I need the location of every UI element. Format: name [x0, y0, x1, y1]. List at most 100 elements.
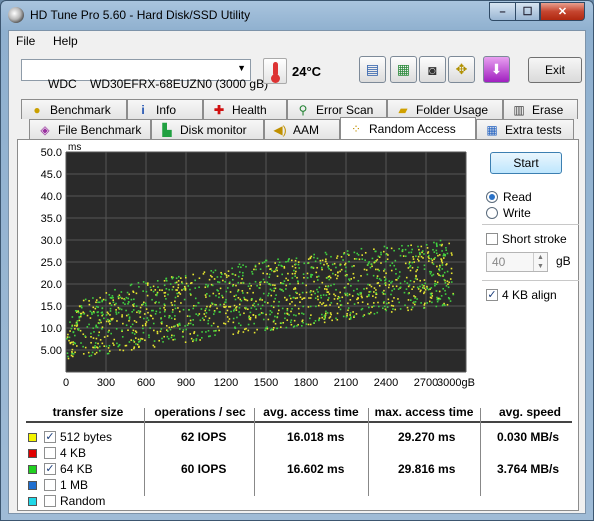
minimize-button[interactable]: –: [489, 2, 515, 21]
scatter-point: [103, 317, 105, 320]
write-radio[interactable]: Write: [486, 206, 586, 220]
scatter-point: [368, 293, 370, 296]
scatter-point: [217, 325, 219, 328]
x-tick-label: 2100: [334, 377, 358, 389]
scatter-point: [195, 305, 197, 307]
tab-extra-tests[interactable]: ▦ Extra tests: [476, 119, 574, 139]
scatter-point: [442, 254, 445, 257]
scatter-point: [121, 315, 123, 318]
scatter-point: [172, 286, 175, 288]
checkbox-box[interactable]: [44, 479, 56, 491]
scatter-point: [318, 317, 321, 320]
scatter-point: [128, 341, 131, 343]
tab-random-access[interactable]: ⁘ Random Access: [340, 117, 476, 139]
scatter-point: [431, 259, 434, 262]
scatter-point: [371, 306, 373, 308]
scatter-point: [249, 287, 251, 290]
scatter-point: [384, 282, 386, 285]
tab-disk-monitor[interactable]: ▙ Disk monitor: [151, 119, 264, 139]
info-icon: i: [141, 102, 145, 117]
save-button[interactable]: ⬇: [483, 56, 510, 83]
scatter-point: [86, 326, 89, 328]
scatter-point: [266, 327, 269, 330]
spin-arrows-icon[interactable]: ▲ ▼: [533, 253, 547, 271]
screenshot-button[interactable]: ◙: [419, 56, 446, 83]
row-64-kb[interactable]: ✓ 64 KB: [28, 462, 93, 476]
scatter-point: [110, 318, 113, 320]
stroke-size-input[interactable]: 40 ▲ ▼: [486, 252, 548, 272]
tab-error-scan[interactable]: ⚲ Error Scan: [287, 99, 387, 119]
row-4-kb[interactable]: 4 KB: [28, 446, 86, 460]
align-checkbox[interactable]: ✓ 4 KB align: [486, 288, 557, 302]
row-512-bytes[interactable]: ✓ 512 bytes: [28, 430, 112, 444]
scatter-point: [137, 310, 140, 312]
scatter-point: [146, 284, 149, 286]
scatter-point: [181, 282, 184, 285]
scatter-point: [365, 287, 368, 290]
tab-health[interactable]: ✚ Health: [203, 99, 287, 119]
scatter-point: [273, 327, 275, 329]
scatter-point: [195, 313, 198, 315]
tab-info[interactable]: i Info: [127, 99, 203, 119]
scatter-point: [156, 332, 159, 335]
scatter-point: [390, 304, 393, 307]
scatter-point: [438, 269, 441, 272]
tab-label: AAM: [293, 122, 320, 137]
scatter-point: [252, 304, 254, 307]
header-avg-access: avg. access time: [263, 405, 359, 419]
scatter-point: [321, 303, 323, 306]
scatter-point: [243, 298, 246, 301]
scatter-point: [332, 272, 334, 275]
thermometer-icon[interactable]: [263, 58, 287, 84]
options-button[interactable]: ✥: [448, 56, 475, 83]
scatter-point: [283, 265, 286, 268]
scatter-point: [117, 295, 120, 298]
scatter-point: [407, 309, 409, 312]
drive-select[interactable]: WDC WD30EFRX-68EUZN0 (3000 gB) ▼: [21, 59, 268, 91]
check-icon[interactable]: ✓: [44, 463, 56, 475]
scatter-point: [397, 277, 399, 279]
scatter-point: [325, 304, 328, 307]
tab-file-benchmark[interactable]: ◈ File Benchmark: [29, 119, 151, 139]
x-tick-label: 1800: [294, 377, 318, 389]
short-stroke-checkbox[interactable]: Short stroke: [486, 232, 567, 246]
scatter-point: [391, 300, 394, 302]
scatter-point: [352, 311, 354, 313]
start-button[interactable]: Start: [490, 152, 562, 174]
title-bar[interactable]: HD Tune Pro 5.60 - Hard Disk/SSD Utility…: [1, 1, 593, 29]
scatter-point: [153, 340, 156, 342]
tab-folder-usage[interactable]: ▰ Folder Usage: [387, 99, 503, 119]
scatter-point: [141, 338, 144, 340]
copy-screenshot-button[interactable]: ▦: [390, 56, 417, 83]
scatter-point: [399, 286, 402, 289]
exit-button[interactable]: Exit: [528, 57, 582, 83]
menu-help[interactable]: Help: [53, 34, 78, 48]
scatter-point: [233, 295, 236, 298]
tab-aam[interactable]: ◀) AAM: [264, 119, 340, 139]
tab-benchmark[interactable]: ● Benchmark: [21, 99, 127, 119]
close-button[interactable]: ✕: [540, 2, 585, 21]
read-radio[interactable]: Read: [486, 190, 586, 204]
copy-info-button[interactable]: ▤: [359, 56, 386, 83]
scatter-point: [237, 289, 240, 291]
row-random[interactable]: Random: [28, 494, 105, 508]
scatter-point: [423, 285, 425, 287]
scatter-point: [149, 314, 152, 317]
scatter-point: [368, 306, 370, 309]
row-1-mb[interactable]: 1 MB: [28, 478, 88, 492]
checkbox-box[interactable]: [44, 447, 56, 459]
checkbox-box[interactable]: [44, 495, 56, 507]
menu-file[interactable]: File: [16, 34, 35, 48]
maximize-button[interactable]: ☐: [515, 2, 540, 21]
scatter-point: [385, 253, 388, 256]
scatter-point: [144, 302, 147, 305]
tab-erase[interactable]: ▥ Erase: [503, 99, 578, 119]
scatter-point: [108, 302, 111, 305]
scatter-point: [445, 263, 447, 266]
scatter-point: [140, 337, 142, 340]
scatter-point: [447, 283, 449, 286]
check-icon[interactable]: ✓: [44, 431, 56, 443]
scatter-point: [316, 266, 318, 269]
scatter-point: [286, 319, 289, 321]
scatter-point: [286, 307, 289, 310]
